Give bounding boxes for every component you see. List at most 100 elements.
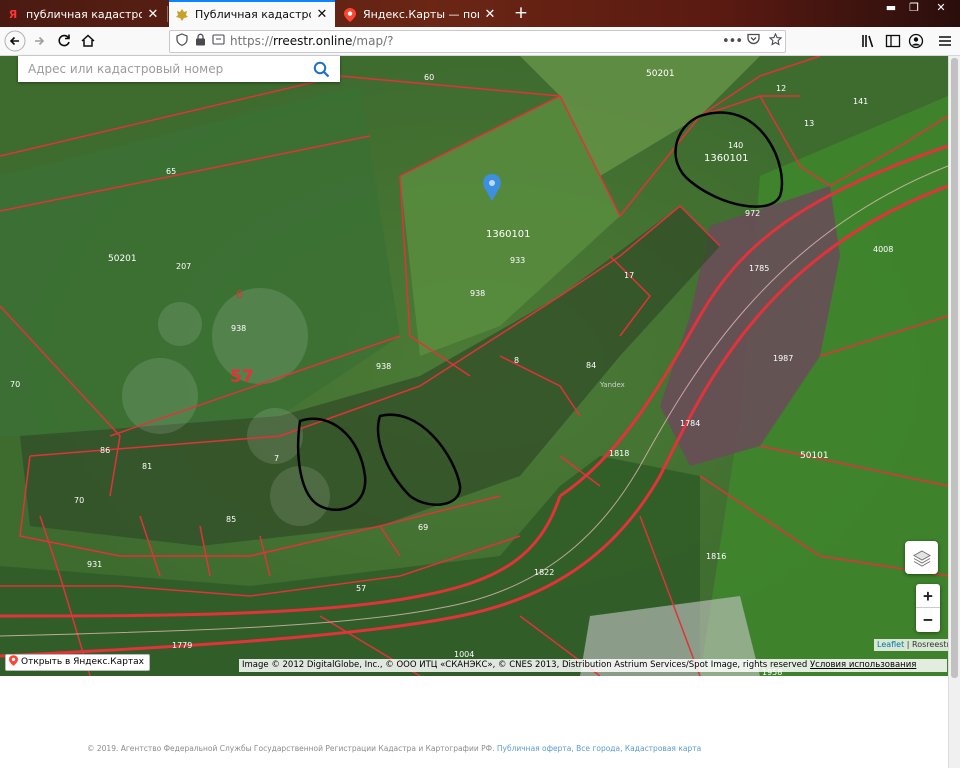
url-bar[interactable]: https://rreestr.online/map/? •••: [169, 30, 786, 53]
parcel-label: 65: [166, 167, 176, 176]
url-text[interactable]: https://rreestr.online/map/?: [230, 34, 394, 48]
url-prefix: https://: [230, 34, 274, 48]
tab-strip: Я публичная кадастровая карта ✕ Публична…: [0, 0, 960, 27]
parcel-label: 17: [624, 271, 634, 280]
parcel-label: 84: [586, 361, 596, 370]
parcel-label: 1784: [680, 419, 700, 428]
reload-icon: [58, 34, 70, 47]
sidebar-icon: [885, 34, 901, 48]
lock-icon[interactable]: [192, 33, 208, 50]
map-pin-icon: [343, 7, 357, 22]
parcel-label: 50201: [108, 254, 137, 264]
tab-title: Публичная кадастровая карта: [195, 8, 311, 21]
parcel-label: 60: [424, 73, 434, 82]
close-tab-icon[interactable]: ✕: [146, 7, 160, 22]
forward-button[interactable]: [29, 30, 51, 52]
tab-cadastral-map[interactable]: Публичная кадастровая карта ✕: [169, 0, 335, 27]
close-tab-icon[interactable]: ✕: [483, 7, 497, 22]
account-button[interactable]: [905, 30, 927, 52]
url-domain: rreestr.online: [273, 34, 353, 48]
parcel-label: 141: [853, 97, 868, 106]
parcel-label: 938: [231, 324, 246, 333]
parcel-label: 1822: [534, 568, 554, 577]
footer-copyright: © 2019. Агентство Федеральной Службы Гос…: [87, 744, 495, 753]
window-close-icon[interactable]: ✕: [926, 0, 956, 17]
tab-title: публичная кадастровая карта: [26, 8, 142, 21]
sidebar-button[interactable]: [882, 30, 904, 52]
library-icon: [862, 35, 874, 48]
bookmark-star-icon[interactable]: [767, 32, 783, 50]
layers-button[interactable]: [905, 541, 938, 574]
map-copyright-bar: Image © 2012 DigitalGlobe, Inc., © ООО И…: [239, 659, 947, 672]
layers-icon: [912, 549, 931, 567]
quarter-label: 57: [230, 367, 254, 387]
zoom-out-button[interactable]: −: [916, 608, 940, 632]
zoom-in-button[interactable]: +: [916, 584, 940, 608]
open-in-yandex-maps-button[interactable]: Открыть в Яндекс.Картах: [5, 654, 150, 671]
maximize-icon[interactable]: ❐: [903, 0, 925, 17]
parcel-label: 13: [804, 119, 814, 128]
library-button[interactable]: [858, 30, 880, 52]
parcel-label: 50101: [800, 451, 829, 461]
minimize-icon[interactable]: ▬: [880, 0, 902, 17]
parcel-label: 938: [376, 362, 391, 371]
navigation-bar: https://rreestr.online/map/? •••: [0, 27, 960, 56]
leaflet-attribution: Leaflet | Rosreestr: [874, 639, 953, 651]
parcel-label: 931: [87, 560, 102, 569]
search-input[interactable]: [28, 59, 308, 79]
parcel-label: 1818: [609, 449, 629, 458]
cadastral-map[interactable]: 60 50201 65 1360101 140 1360101 Yandex 1…: [0, 56, 948, 676]
parcel-label: 1987: [773, 354, 793, 363]
reload-button[interactable]: [53, 30, 75, 52]
yandex-icon: Я: [8, 8, 18, 21]
forward-arrow-icon: [35, 36, 45, 46]
parcel-label: 81: [142, 462, 152, 471]
back-button[interactable]: [4, 30, 26, 52]
home-icon: [81, 34, 95, 47]
back-arrow-icon: [4, 30, 26, 52]
parcel-label: 6: [236, 288, 243, 301]
search-box: [18, 56, 340, 82]
open-in-yandex-maps-label: Открыть в Яндекс.Картах: [21, 657, 144, 667]
map-watermark-label: Yandex: [599, 381, 625, 389]
parcel-label: 50201: [646, 69, 675, 79]
account-icon: [908, 33, 924, 49]
url-path: /map/?: [352, 34, 394, 48]
search-icon: [313, 61, 329, 77]
parcel-label: 207: [176, 262, 191, 271]
home-button[interactable]: [77, 30, 99, 52]
menu-button[interactable]: [934, 30, 956, 52]
tab-cadastral-search[interactable]: Я публичная кадастровая карта ✕: [0, 2, 166, 27]
parcel-label: 1779: [172, 641, 192, 650]
page-actions-icon[interactable]: •••: [722, 33, 743, 50]
tab-yandex-maps[interactable]: Яндекс.Карты — поиск мест и ✕: [337, 2, 503, 27]
parcel-label: 1785: [749, 264, 769, 273]
hamburger-menu-icon: [939, 36, 951, 46]
parcel-label: 57: [356, 584, 366, 593]
parcel-label: 938: [470, 289, 485, 298]
satellite-map-layer[interactable]: 60 50201 65 1360101 140 1360101 Yandex 1…: [0, 56, 948, 676]
permissions-icon[interactable]: [210, 33, 226, 50]
parcel-label: 70: [10, 380, 20, 389]
pocket-icon[interactable]: [745, 33, 761, 50]
close-tab-icon[interactable]: ✕: [315, 7, 329, 22]
page-footer: © 2019. Агентство Федеральной Службы Гос…: [87, 744, 701, 753]
parcel-label: 69: [418, 523, 428, 532]
zoom-control: + −: [916, 584, 940, 632]
leaflet-link[interactable]: Leaflet: [877, 640, 904, 649]
footer-links[interactable]: Публичная оферта, Все города, Кадастрова…: [497, 744, 701, 753]
shield-icon[interactable]: [174, 33, 190, 50]
attribution-separator: |: [906, 640, 910, 649]
parcel-label: 972: [745, 209, 760, 218]
new-tab-button[interactable]: +: [510, 2, 532, 24]
page-scrollbar[interactable]: [948, 56, 960, 768]
terms-of-use-link[interactable]: Условия использования: [810, 660, 916, 670]
parcel-label: 933: [510, 256, 525, 265]
parcel-label: 1816: [706, 552, 726, 561]
search-button[interactable]: [306, 56, 336, 82]
scrollbar-thumb[interactable]: [951, 58, 958, 678]
parcel-label: 12: [776, 84, 786, 93]
parcel-label: 70: [74, 496, 84, 505]
parcel-label: 7: [274, 454, 279, 463]
parcel-label: 1004: [454, 650, 474, 659]
